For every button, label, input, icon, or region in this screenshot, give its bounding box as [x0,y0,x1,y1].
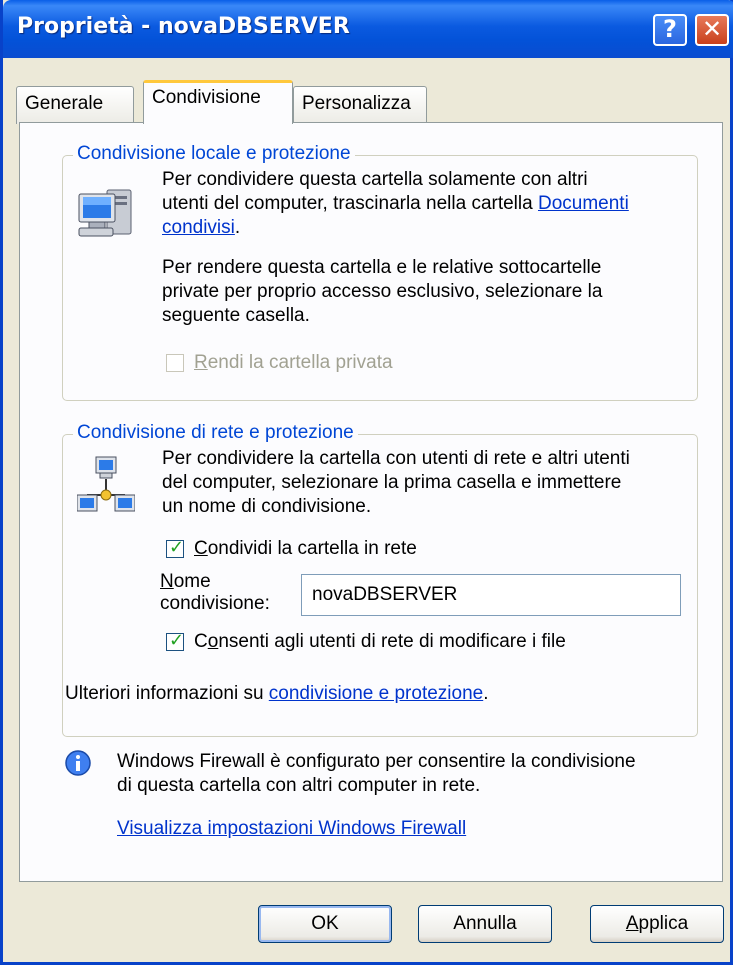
help-button[interactable]: ? [653,14,687,46]
properties-dialog: Proprietà - novaDBSERVER ? ✕ Generale Co… [0,0,733,965]
tab-condivisione[interactable]: Condivisione [143,80,293,124]
allow-modify-label: Consenti agli utenti di rete di modifica… [194,630,566,654]
ok-button[interactable]: OK [258,905,392,943]
firewall-text-line2: di questa cartella con altri computer in… [117,775,481,796]
private-folder-checkbox[interactable] [166,354,184,372]
more-info-period: . [483,683,489,704]
documenti-condivisi-link-b[interactable]: condivisi [162,217,235,238]
private-folder-label: Rendi la cartella privata [194,351,393,375]
window-title: Proprietà - novaDBSERVER [17,14,350,39]
network-para-line2: del computer, selezionare la prima casel… [162,472,622,493]
local-text-line1: Per condividere questa cartella solament… [162,169,588,190]
network-para-line3: un nome di condivisione. [162,496,372,517]
share-name-accel: N [160,571,174,592]
sharing-security-link[interactable]: condivisione e protezione [269,683,483,704]
share-name-label-line2: condivisione: [160,593,270,614]
share-label-rest: ondividi la cartella in rete [207,538,417,559]
local-sharing-group: Condivisione locale e protezione Per con… [62,143,698,401]
network-share-icon [77,456,135,512]
local-sharing-text-3: condivisi. [162,216,240,240]
modify-label-rest: nsenti agli utenti di rete di modificare… [218,631,566,652]
tab-generale[interactable]: Generale [16,86,134,124]
share-name-input[interactable]: novaDBSERVER [301,574,681,616]
local-sharing-legend: Condivisione locale e protezione [73,143,355,165]
info-icon [65,750,91,776]
private-para-line2: private per proprio accesso esclusivo, s… [162,281,603,302]
firewall-settings-link[interactable]: Visualizza impostazioni Windows Firewall [117,817,466,841]
allow-modify-checkbox[interactable]: ✓ [166,630,185,651]
private-para-line1: Per rendere questa cartella e le relativ… [162,257,602,278]
more-info-text: Ulteriori informazioni su [65,683,269,704]
apply-accel: A [625,913,639,934]
local-text-line2: utenti del computer, trascinarla nella c… [162,193,533,214]
apply-button[interactable]: Applica [590,905,724,943]
local-sharing-text-2: utenti del computer, trascinarla nella c… [162,192,629,216]
private-label-rest: endi la cartella privata [207,352,393,373]
share-on-network-label: Condividi la cartella in rete [194,537,417,561]
close-button[interactable]: ✕ [695,14,729,46]
network-sharing-legend: Condivisione di rete e protezione [73,422,358,444]
network-para-line1: Per condividere la cartella con utenti d… [162,448,630,469]
tab-personalizza[interactable]: Personalizza [293,86,427,124]
documenti-condivisi-link-a[interactable]: Documenti [538,193,629,214]
computer-icon [78,189,132,237]
share-on-network-checkbox[interactable]: ✓ [166,537,185,558]
more-info-line: Ulteriori informazioni su condivisione e… [65,682,489,706]
local-sharing-text-1: Per condividere questa cartella solament… [162,168,588,192]
share-accel: C [194,538,208,559]
title-bar[interactable]: Proprietà - novaDBSERVER ? ✕ [3,0,733,58]
share-name-label-rest: ome [173,571,211,592]
network-sharing-group: Condivisione di rete e protezione Per co… [62,422,698,737]
modify-accel: o [207,631,219,652]
share-name-label: Nome condivisione: [160,571,270,615]
local-period: . [234,217,241,238]
tab-panel-condivisione: Condivisione locale e protezione Per con… [19,122,723,882]
private-para-line3: seguente casella. [162,305,310,326]
checkmark-icon: ✓ [169,630,185,651]
checkmark-icon: ✓ [169,537,185,558]
modify-label-pre: C [194,631,208,652]
cancel-button[interactable]: Annulla [418,905,552,943]
private-accel: R [194,352,208,373]
apply-label-rest: pplica [638,913,689,934]
firewall-text-line1: Windows Firewall è configurato per conse… [117,751,636,772]
